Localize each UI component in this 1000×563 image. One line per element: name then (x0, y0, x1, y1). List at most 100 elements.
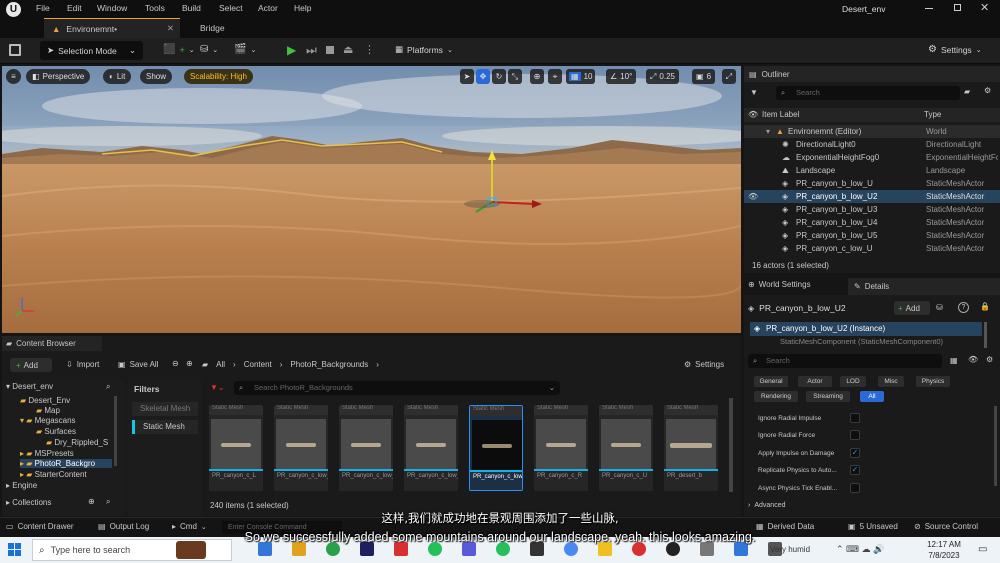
tree-item[interactable]: ▰ Dry_Rippled_S (46, 438, 108, 447)
tree-scrollbar[interactable] (114, 396, 117, 466)
outliner-search-input[interactable]: ⌕ Search (776, 86, 960, 100)
maximize-viewport-icon[interactable]: ⤢ (722, 69, 736, 84)
ignore-radial-force-checkbox[interactable] (850, 430, 860, 440)
breadcrumb-content[interactable]: Content (244, 360, 272, 369)
clock-date[interactable]: 7/8/2023 (922, 551, 966, 560)
taskbar-app-icon[interactable] (292, 542, 306, 556)
outliner-row[interactable]: ◈ PR_canyon_b_low_U5 StaticMeshActor (744, 229, 1000, 242)
col-item-label[interactable]: Item Label (762, 110, 799, 119)
perspective-button[interactable]: ◧ Perspective (26, 69, 91, 84)
asset-tile[interactable]: Static Mesh PR_desert_b (664, 405, 718, 491)
taskbar-app-icon[interactable] (258, 542, 272, 556)
import-button[interactable]: ⇩ Import (66, 360, 99, 369)
replicate-physics-checkbox[interactable]: ✓ (850, 465, 860, 475)
notification-icon[interactable]: ▭ (978, 544, 987, 555)
scale-snap-button[interactable]: ⤢ 0.25 (646, 69, 679, 84)
rotate-tool-icon[interactable]: ↻ (492, 69, 506, 84)
content-browser-tab[interactable]: ▰ Content Browser (2, 336, 102, 351)
asset-tile[interactable]: Static Mesh PR_canyon_c_R (534, 405, 588, 491)
taskbar-app-icon[interactable] (632, 542, 646, 556)
tab-bridge[interactable]: Bridge (192, 18, 233, 38)
outliner-settings-icon[interactable]: ⚙ (984, 86, 991, 95)
taskbar-app-icon[interactable] (428, 542, 442, 556)
asset-filter-icon[interactable]: ▼⌄ (210, 383, 225, 392)
show-button[interactable]: Show (140, 69, 173, 84)
menu-edit[interactable]: Edit (67, 3, 97, 13)
details-right-scrollbar[interactable] (994, 406, 997, 486)
filter-physics[interactable]: Physics (916, 376, 950, 387)
outliner-row[interactable]: ✺ DirectionalLight0 DirectionalLight (744, 138, 1000, 151)
advanced-section[interactable]: › Advanced (748, 502, 785, 509)
translate-tool-icon[interactable]: ✥ (476, 69, 490, 84)
selection-mode-button[interactable]: ➤ Selection Mode ⌄ (40, 41, 143, 60)
taskbar-app-icon[interactable] (700, 542, 714, 556)
taskbar-app-icon[interactable] (360, 542, 374, 556)
details-scrollbar[interactable] (984, 322, 987, 348)
folder-add-icon[interactable]: ▰ (964, 87, 970, 96)
scalability-badge[interactable]: Scalability: High (184, 69, 253, 84)
taskbar-app-icon[interactable] (326, 542, 340, 556)
component-row[interactable]: StaticMeshComponent (StaticMeshComponent… (750, 337, 982, 349)
filter-static-mesh[interactable]: Static Mesh (132, 420, 198, 434)
tab-details[interactable]: ✎ Details (848, 278, 1000, 295)
scale-tool-icon[interactable]: ⤡ (508, 69, 522, 84)
tree-item[interactable]: ▾ Desert_env (6, 382, 53, 391)
tab-close-icon[interactable]: ✕ (167, 23, 174, 34)
visibility-icon[interactable]: 👁 (748, 192, 758, 201)
outliner-row[interactable]: ◈ PR_canyon_b_low_U StaticMeshActor (744, 177, 1000, 190)
collections-section[interactable]: ▸ Collections (6, 498, 51, 507)
asset-tile[interactable]: Static Mesh PR_canyon_c_L (209, 405, 263, 491)
toolbar-settings-button[interactable]: ⚙ Settings ⌄ (928, 44, 982, 55)
taskbar-app-icon[interactable] (598, 542, 612, 556)
tray-icons[interactable]: ⌃ ⌨ ☁ 🔊 (836, 544, 884, 555)
menu-file[interactable]: File (36, 3, 67, 13)
add-collection-icon[interactable]: ⊕ (88, 497, 95, 506)
camera-speed-button[interactable]: ▣ 6 (692, 69, 716, 84)
tree-item-selected[interactable]: ▸ ▰ PhotoR_Backgro (20, 459, 112, 468)
apply-impulse-checkbox[interactable]: ✓ (850, 448, 860, 458)
outliner-filter-icon[interactable]: ▼ (750, 88, 758, 97)
filter-general[interactable]: General (754, 376, 788, 387)
outliner-row[interactable]: ⛰ Landscape Landscape (744, 164, 1000, 177)
collection-search-icon[interactable]: ⌕ (106, 497, 110, 507)
outliner-row[interactable]: ▾ ▲ Environemnt (Editor) World (744, 125, 1000, 138)
async-physics-tick-checkbox[interactable] (850, 483, 860, 493)
breadcrumb-all[interactable]: All (216, 360, 225, 369)
save-all-button[interactable]: ▣ Save All (118, 360, 158, 369)
filter-rendering[interactable]: Rendering (754, 391, 798, 402)
details-search-input[interactable]: ⌕ Search (748, 354, 942, 368)
blueprint-button[interactable]: ⛁ ⌄ (200, 44, 218, 55)
filter-skeletal-mesh[interactable]: Skeletal Mesh (132, 402, 198, 416)
asset-grid-scrollbar[interactable] (729, 398, 733, 492)
outliner-row[interactable]: ☁ ExponentialHeightFog0 ExponentialHeigh… (744, 151, 1000, 164)
select-tool-icon[interactable]: ➤ (460, 69, 474, 84)
play-options-icon[interactable]: ⋮ (364, 43, 375, 56)
play-step-icon[interactable]: ⏭ (306, 43, 317, 58)
cinematics-button[interactable]: 🎬 ⌄ (234, 44, 256, 55)
cb-add-button[interactable]: + Add (10, 358, 52, 372)
menu-build[interactable]: Build (182, 3, 219, 13)
filter-misc[interactable]: Misc (878, 376, 904, 387)
asset-tile[interactable]: Static Mesh PR_canyon_c_low_L (339, 405, 393, 491)
taskbar-app-icon[interactable] (496, 542, 510, 556)
lock-icon[interactable]: 🔒 (980, 302, 990, 311)
tree-item[interactable]: ▾ ▰ Megascans (20, 416, 76, 425)
eject-icon[interactable]: ⏏ (343, 43, 353, 56)
help-icon[interactable]: ? (958, 302, 969, 313)
tab-world-settings[interactable]: ⊕ World Settings (748, 280, 811, 289)
taskbar-app-icon[interactable] (530, 542, 544, 556)
ignore-radial-impulse-checkbox[interactable] (850, 413, 860, 423)
menu-help[interactable]: Help (294, 3, 324, 13)
details-settings-icon[interactable]: ⚙ (986, 355, 993, 364)
details-view-icon[interactable]: ▦ (950, 356, 958, 365)
outliner-row[interactable]: ◈ PR_canyon_b_low_U4 StaticMeshActor (744, 216, 1000, 229)
weather-label[interactable]: Very humid (770, 545, 810, 554)
play-button[interactable]: ▶ (287, 43, 296, 57)
menu-select[interactable]: Select (219, 3, 258, 13)
filter-streaming[interactable]: Streaming (806, 391, 850, 402)
lit-button[interactable]: ◐ Lit (103, 69, 132, 84)
menu-tools[interactable]: Tools (145, 3, 182, 13)
col-type[interactable]: Type (924, 110, 941, 119)
taskbar-app-icon[interactable] (666, 542, 680, 556)
blueprint-convert-icon[interactable]: ⛁ (936, 303, 943, 312)
